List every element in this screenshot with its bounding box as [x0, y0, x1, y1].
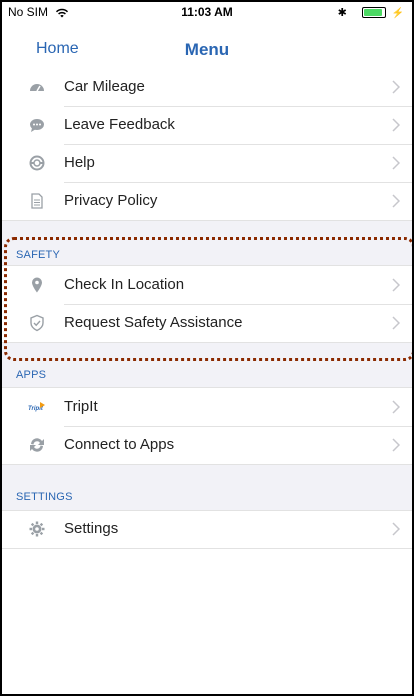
section-title: APPS	[16, 369, 47, 381]
section-title: SETTINGS	[16, 491, 73, 503]
menu-item-label: Leave Feedback	[64, 116, 175, 133]
chevron-right-icon	[392, 118, 400, 132]
document-icon	[31, 193, 43, 209]
connect-apps-icon	[30, 438, 44, 452]
battery-icon	[362, 7, 387, 19]
status-right: ✱ ⚡	[338, 5, 404, 19]
phone-screen: No SIM 11:03 AM ✱ ⚡ Home Menu Car Mileag…	[0, 0, 414, 696]
chevron-right-icon	[392, 80, 400, 94]
safety-highlight-annotation	[4, 237, 412, 361]
navigation-bar: Home Menu	[2, 24, 412, 68]
divider	[2, 548, 412, 549]
chat-bubble-icon	[30, 119, 44, 132]
menu-item-label: Privacy Policy	[64, 192, 158, 209]
section-header-settings: SETTINGS	[2, 465, 412, 510]
menu-item-tripit[interactable]: TripIt TripIt	[2, 388, 412, 426]
menu-item-privacy-policy[interactable]: Privacy Policy	[2, 182, 412, 220]
page-title: Menu	[184, 40, 230, 59]
status-bar: No SIM 11:03 AM ✱ ⚡	[2, 2, 412, 22]
gear-icon	[29, 521, 45, 537]
menu-item-label: Settings	[64, 520, 119, 537]
chevron-right-icon	[392, 522, 400, 536]
menu-item-help[interactable]: Help	[2, 144, 412, 182]
lifebuoy-icon	[29, 155, 45, 171]
bluetooth-icon: ✱	[337, 7, 347, 19]
menu-item-connect-to-apps[interactable]: Connect to Apps	[2, 426, 412, 464]
menu-item-label: TripIt	[64, 398, 98, 415]
chevron-right-icon	[392, 194, 400, 208]
menu-item-car-mileage[interactable]: Car Mileage	[2, 68, 412, 106]
tripit-logo-icon: TripIt	[28, 402, 45, 412]
chevron-right-icon	[392, 400, 400, 414]
chevron-right-icon	[392, 438, 400, 452]
menu-item-label: Connect to Apps	[64, 436, 175, 453]
charging-icon: ⚡	[391, 8, 404, 19]
chevron-right-icon	[392, 156, 400, 170]
menu-item-label: Car Mileage	[64, 78, 145, 95]
speedometer-icon	[30, 84, 44, 92]
menu-item-label: Help	[64, 154, 95, 171]
menu-item-leave-feedback[interactable]: Leave Feedback	[2, 106, 412, 144]
menu-item-settings[interactable]: Settings	[2, 510, 412, 548]
